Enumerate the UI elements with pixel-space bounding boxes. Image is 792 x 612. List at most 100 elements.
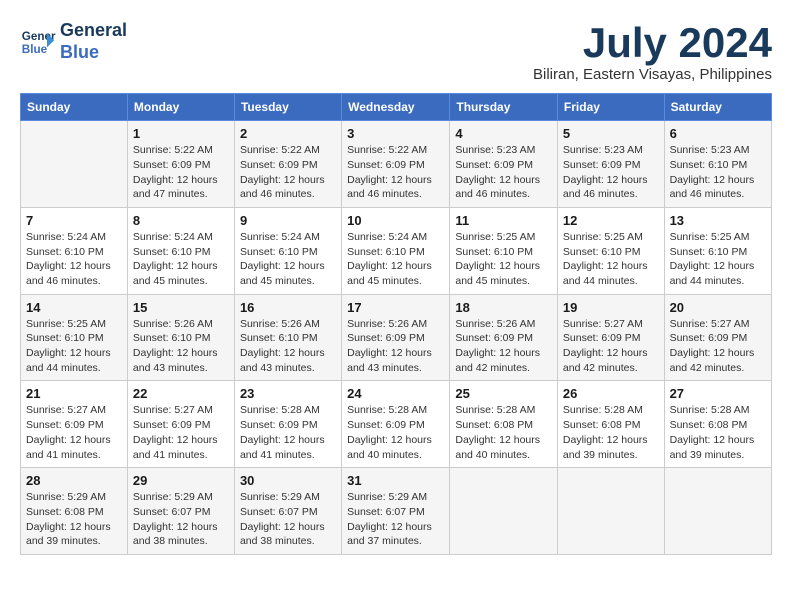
month-title: July 2024 xyxy=(533,20,772,66)
day-number: 15 xyxy=(133,300,229,315)
day-info: Sunrise: 5:26 AM Sunset: 6:09 PM Dayligh… xyxy=(347,317,444,376)
weekday-header-tuesday: Tuesday xyxy=(234,94,341,121)
calendar-cell: 31 Sunrise: 5:29 AM Sunset: 6:07 PM Dayli… xyxy=(342,468,450,555)
day-number: 18 xyxy=(455,300,552,315)
calendar-cell: 5 Sunrise: 5:23 AM Sunset: 6:09 PM Daylig… xyxy=(557,121,664,208)
logo-line1: General xyxy=(60,20,127,40)
calendar-cell: 1Sunrise: 5:22 AM Sunset: 6:09 PM Daylig… xyxy=(127,121,234,208)
day-number: 14 xyxy=(26,300,122,315)
svg-text:Blue: Blue xyxy=(22,42,48,55)
day-number: 20 xyxy=(670,300,766,315)
day-info: Sunrise: 5:27 AM Sunset: 6:09 PM Dayligh… xyxy=(563,317,659,376)
day-number: 12 xyxy=(563,213,659,228)
calendar-cell: 15 Sunrise: 5:26 AM Sunset: 6:10 PM Dayli… xyxy=(127,294,234,381)
day-number: 16 xyxy=(240,300,336,315)
weekday-header-row: SundayMondayTuesdayWednesdayThursdayFrid… xyxy=(21,94,772,121)
day-info: Sunrise: 5:23 AM Sunset: 6:09 PM Dayligh… xyxy=(455,143,552,202)
calendar-cell xyxy=(450,468,558,555)
calendar-cell: 11 Sunrise: 5:25 AM Sunset: 6:10 PM Dayli… xyxy=(450,207,558,294)
calendar-cell: 16 Sunrise: 5:26 AM Sunset: 6:10 PM Dayli… xyxy=(234,294,341,381)
weekday-header-saturday: Saturday xyxy=(664,94,771,121)
logo-icon: General Blue xyxy=(20,24,56,60)
weekday-header-thursday: Thursday xyxy=(450,94,558,121)
page-header: General Blue General Blue July 2024 Bili… xyxy=(20,20,772,83)
day-number: 28 xyxy=(26,473,122,488)
day-number: 4 xyxy=(455,126,552,141)
day-number: 2 xyxy=(240,126,336,141)
day-number: 26 xyxy=(563,386,659,401)
day-info: Sunrise: 5:25 AM Sunset: 6:10 PM Dayligh… xyxy=(563,230,659,289)
day-number: 10 xyxy=(347,213,444,228)
calendar-cell: 14 Sunrise: 5:25 AM Sunset: 6:10 PM Dayli… xyxy=(21,294,128,381)
day-info: Sunrise: 5:24 AM Sunset: 6:10 PM Dayligh… xyxy=(133,230,229,289)
day-info: Sunrise: 5:22 AM Sunset: 6:09 PM Dayligh… xyxy=(347,143,444,202)
day-info: Sunrise: 5:24 AM Sunset: 6:10 PM Dayligh… xyxy=(347,230,444,289)
day-number: 23 xyxy=(240,386,336,401)
calendar-cell: 9 Sunrise: 5:24 AM Sunset: 6:10 PM Daylig… xyxy=(234,207,341,294)
calendar-cell: 6Sunrise: 5:23 AM Sunset: 6:10 PM Daylig… xyxy=(664,121,771,208)
calendar-cell: 30 Sunrise: 5:29 AM Sunset: 6:07 PM Dayli… xyxy=(234,468,341,555)
calendar-cell: 10 Sunrise: 5:24 AM Sunset: 6:10 PM Dayli… xyxy=(342,207,450,294)
day-number: 22 xyxy=(133,386,229,401)
calendar-cell: 24Sunrise: 5:28 AM Sunset: 6:09 PM Dayli… xyxy=(342,381,450,468)
calendar-cell: 20 Sunrise: 5:27 AM Sunset: 6:09 PM Dayli… xyxy=(664,294,771,381)
calendar-cell: 12 Sunrise: 5:25 AM Sunset: 6:10 PM Dayli… xyxy=(557,207,664,294)
day-info: Sunrise: 5:25 AM Sunset: 6:10 PM Dayligh… xyxy=(26,317,122,376)
weekday-header-wednesday: Wednesday xyxy=(342,94,450,121)
weekday-header-sunday: Sunday xyxy=(21,94,128,121)
day-number: 3 xyxy=(347,126,444,141)
day-info: Sunrise: 5:23 AM Sunset: 6:10 PM Dayligh… xyxy=(670,143,766,202)
day-info: Sunrise: 5:23 AM Sunset: 6:09 PM Dayligh… xyxy=(563,143,659,202)
day-info: Sunrise: 5:29 AM Sunset: 6:07 PM Dayligh… xyxy=(347,490,444,549)
calendar-week-row: 7 Sunrise: 5:24 AM Sunset: 6:10 PM Daylig… xyxy=(21,207,772,294)
day-info: Sunrise: 5:27 AM Sunset: 6:09 PM Dayligh… xyxy=(670,317,766,376)
day-info: Sunrise: 5:28 AM Sunset: 6:08 PM Dayligh… xyxy=(455,403,552,462)
day-number: 5 xyxy=(563,126,659,141)
day-info: Sunrise: 5:24 AM Sunset: 6:10 PM Dayligh… xyxy=(26,230,122,289)
calendar-cell: 8 Sunrise: 5:24 AM Sunset: 6:10 PM Daylig… xyxy=(127,207,234,294)
calendar-week-row: 28 Sunrise: 5:29 AM Sunset: 6:08 PM Dayli… xyxy=(21,468,772,555)
day-info: Sunrise: 5:24 AM Sunset: 6:10 PM Dayligh… xyxy=(240,230,336,289)
day-info: Sunrise: 5:25 AM Sunset: 6:10 PM Dayligh… xyxy=(455,230,552,289)
calendar-cell: 13Sunrise: 5:25 AM Sunset: 6:10 PM Dayli… xyxy=(664,207,771,294)
calendar-cell: 18 Sunrise: 5:26 AM Sunset: 6:09 PM Dayli… xyxy=(450,294,558,381)
calendar-week-row: 1Sunrise: 5:22 AM Sunset: 6:09 PM Daylig… xyxy=(21,121,772,208)
calendar-cell: 2Sunrise: 5:22 AM Sunset: 6:09 PM Daylig… xyxy=(234,121,341,208)
calendar-week-row: 14 Sunrise: 5:25 AM Sunset: 6:10 PM Dayli… xyxy=(21,294,772,381)
day-info: Sunrise: 5:27 AM Sunset: 6:09 PM Dayligh… xyxy=(133,403,229,462)
day-number: 27 xyxy=(670,386,766,401)
day-number: 17 xyxy=(347,300,444,315)
day-number: 31 xyxy=(347,473,444,488)
calendar-cell: 27Sunrise: 5:28 AM Sunset: 6:08 PM Dayli… xyxy=(664,381,771,468)
day-number: 11 xyxy=(455,213,552,228)
calendar-cell: 22 Sunrise: 5:27 AM Sunset: 6:09 PM Dayli… xyxy=(127,381,234,468)
title-block: July 2024 Biliran, Eastern Visayas, Phil… xyxy=(533,20,772,83)
day-info: Sunrise: 5:29 AM Sunset: 6:07 PM Dayligh… xyxy=(240,490,336,549)
day-info: Sunrise: 5:29 AM Sunset: 6:08 PM Dayligh… xyxy=(26,490,122,549)
day-info: Sunrise: 5:28 AM Sunset: 6:09 PM Dayligh… xyxy=(240,403,336,462)
calendar-week-row: 21 Sunrise: 5:27 AM Sunset: 6:09 PM Dayli… xyxy=(21,381,772,468)
calendar-cell: 29Sunrise: 5:29 AM Sunset: 6:07 PM Dayli… xyxy=(127,468,234,555)
calendar-cell xyxy=(557,468,664,555)
day-number: 8 xyxy=(133,213,229,228)
location-subtitle: Biliran, Eastern Visayas, Philippines xyxy=(533,66,772,83)
day-info: Sunrise: 5:27 AM Sunset: 6:09 PM Dayligh… xyxy=(26,403,122,462)
logo-text: General Blue xyxy=(60,20,127,63)
calendar-cell: 26 Sunrise: 5:28 AM Sunset: 6:08 PM Dayli… xyxy=(557,381,664,468)
calendar-cell: 28 Sunrise: 5:29 AM Sunset: 6:08 PM Dayli… xyxy=(21,468,128,555)
weekday-header-monday: Monday xyxy=(127,94,234,121)
calendar-cell: 17 Sunrise: 5:26 AM Sunset: 6:09 PM Dayli… xyxy=(342,294,450,381)
day-info: Sunrise: 5:28 AM Sunset: 6:08 PM Dayligh… xyxy=(563,403,659,462)
logo-line2: Blue xyxy=(60,42,99,62)
day-number: 7 xyxy=(26,213,122,228)
day-info: Sunrise: 5:26 AM Sunset: 6:10 PM Dayligh… xyxy=(133,317,229,376)
day-info: Sunrise: 5:29 AM Sunset: 6:07 PM Dayligh… xyxy=(133,490,229,549)
day-number: 30 xyxy=(240,473,336,488)
calendar-cell: 4 Sunrise: 5:23 AM Sunset: 6:09 PM Daylig… xyxy=(450,121,558,208)
day-info: Sunrise: 5:26 AM Sunset: 6:10 PM Dayligh… xyxy=(240,317,336,376)
day-number: 21 xyxy=(26,386,122,401)
logo: General Blue General Blue xyxy=(20,20,127,63)
day-number: 19 xyxy=(563,300,659,315)
day-info: Sunrise: 5:26 AM Sunset: 6:09 PM Dayligh… xyxy=(455,317,552,376)
day-number: 9 xyxy=(240,213,336,228)
